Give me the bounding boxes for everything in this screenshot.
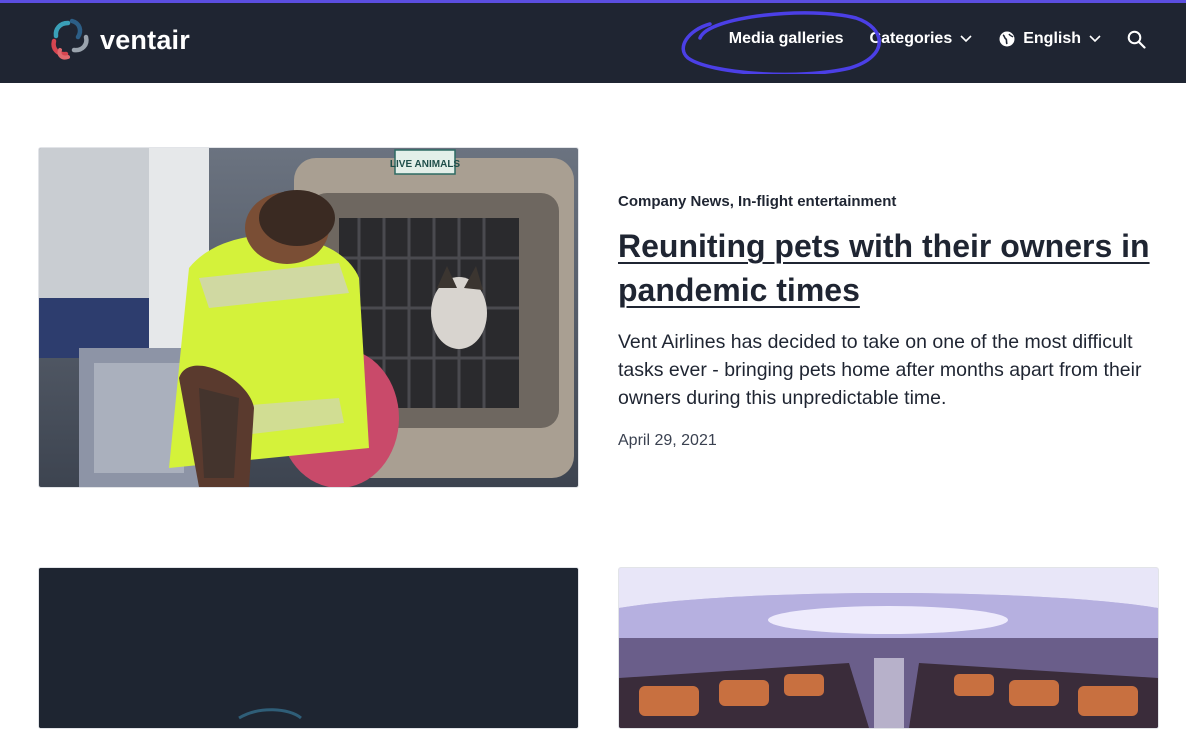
site-header: ventair Media galleries Categories Engli… bbox=[0, 3, 1186, 83]
ventair-logo-icon bbox=[51, 18, 89, 60]
nav-media-galleries-label: Media galleries bbox=[728, 30, 844, 47]
chevron-down-icon bbox=[1089, 35, 1101, 43]
globe-icon bbox=[999, 31, 1015, 47]
article-card-image[interactable] bbox=[38, 567, 579, 729]
category-link-in-flight-entertainment[interactable]: In-flight entertainment bbox=[738, 193, 896, 210]
article-date: April 29, 2021 bbox=[618, 431, 717, 449]
language-selector[interactable]: English bbox=[998, 30, 1101, 48]
category-link-company-news[interactable]: Company News bbox=[618, 193, 730, 210]
pets-photo: LIVE ANIMALS bbox=[39, 148, 578, 487]
nav-media-galleries[interactable]: Media galleries bbox=[729, 30, 844, 48]
featured-article: Company News, In-flight entertainment Re… bbox=[618, 190, 1163, 450]
crate-label: LIVE ANIMALS bbox=[390, 159, 461, 170]
article-excerpt: Vent Airlines has decided to take on one… bbox=[618, 331, 1142, 409]
airplane-cabin-photo bbox=[619, 568, 1158, 728]
nav-categories-label: Categories bbox=[869, 30, 953, 47]
article-categories: Company News, In-flight entertainment bbox=[618, 193, 1163, 210]
language-label: English bbox=[1023, 30, 1081, 47]
article-title-link[interactable]: Reuniting pets with their owners in pand… bbox=[618, 224, 1163, 312]
featured-article-image[interactable]: LIVE ANIMALS bbox=[38, 147, 579, 488]
dark-placeholder-image bbox=[39, 568, 578, 728]
article-card-image[interactable] bbox=[618, 567, 1159, 729]
category-separator: , bbox=[729, 193, 734, 210]
chevron-down-icon bbox=[960, 35, 972, 43]
search-button[interactable] bbox=[1127, 30, 1146, 49]
site-logo[interactable]: ventair bbox=[46, 17, 190, 63]
search-icon bbox=[1127, 30, 1146, 49]
main-nav: Media galleries Categories English bbox=[729, 3, 1146, 75]
logo-text: ventair bbox=[100, 24, 190, 55]
nav-categories-dropdown[interactable]: Categories bbox=[870, 30, 973, 48]
